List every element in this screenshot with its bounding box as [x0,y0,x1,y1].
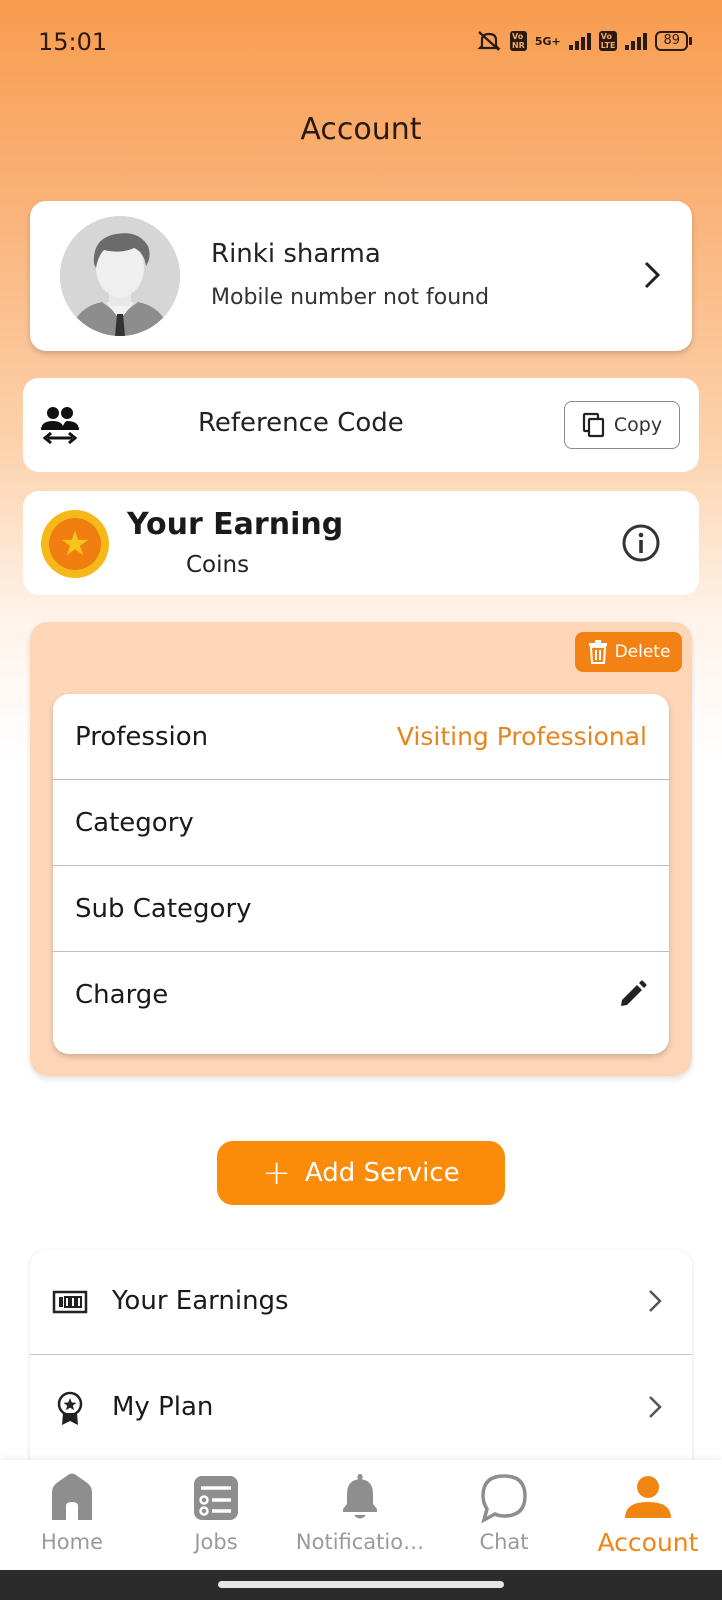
status-time: 15:01 [38,28,108,56]
copy-label: Copy [613,414,663,436]
page-title: Account [300,112,422,147]
status-bar: 15:01 Vo NR 5G+ Vo LTE 89 [0,0,722,86]
status-icons: Vo NR 5G+ Vo LTE 89 [476,30,692,52]
person-icon [625,1476,671,1518]
info-icon[interactable] [621,523,661,563]
earning-title: Your Earning [127,507,344,542]
earning-coins: Coins [186,552,250,578]
reference-code-card: Reference Code Copy [23,378,699,472]
add-service-label: Add Service [304,1158,460,1188]
volte-icon: Vo LTE [598,31,618,51]
detail-label: Category [75,808,194,838]
edit-icon[interactable] [617,980,647,1010]
network-type: 5G+ [534,34,561,48]
signal-icon-2 [625,32,648,50]
detail-label: Sub Category [75,894,252,924]
money-icon [52,1290,88,1314]
signal-icon [568,32,591,50]
profile-mobile: Mobile number not found [211,285,490,310]
detail-label: Charge [75,980,169,1010]
delete-label: Delete [614,642,671,662]
coin-icon: ★ [41,510,109,578]
menu-item-your-earnings[interactable]: Your Earnings [30,1250,692,1355]
chat-icon [481,1474,527,1524]
menu-item-label: My Plan [112,1392,214,1422]
home-gesture-handle[interactable] [218,1581,504,1588]
nav-home[interactable]: Home [0,1460,144,1570]
detail-row-category: Category [53,780,669,866]
profile-card[interactable]: Rinki sharma Mobile number not found [30,201,692,351]
home-icon [52,1473,92,1520]
detail-label: Profession [75,722,209,752]
plus-icon: + [262,1153,291,1193]
menu-item-my-plan[interactable]: My Plan [30,1356,692,1461]
vonr-icon: Vo NR [509,31,527,51]
nav-label: Jobs [194,1530,238,1554]
service-box: Delete Profession Visiting Professional … [30,622,692,1076]
chevron-right-icon [649,1396,662,1418]
bottom-nav: Home Jobs Notificatio… Chat Account [0,1460,722,1570]
avatar [60,216,180,336]
account-menu: Your Earnings My Plan [30,1250,692,1465]
list-icon [194,1476,238,1520]
people-transfer-icon [41,407,79,445]
copy-button[interactable]: Copy [564,401,680,449]
nav-jobs[interactable]: Jobs [144,1460,288,1570]
nav-label: Notificatio… [295,1530,425,1554]
chevron-right-icon [649,1290,662,1312]
trash-icon [588,640,607,664]
nav-label: Home [40,1530,103,1554]
menu-item-label: Your Earnings [112,1286,289,1316]
battery-icon: 89 [655,31,692,51]
mute-icon [477,31,501,51]
detail-row-sub-category: Sub Category [53,866,669,952]
chevron-right-icon[interactable] [632,255,672,295]
nav-notifications[interactable]: Notificatio… [288,1460,432,1570]
nav-label: Chat [479,1530,529,1554]
detail-row-profession: Profession Visiting Professional [53,694,669,780]
award-icon [57,1391,83,1425]
reference-code-label: Reference Code [198,408,404,438]
delete-button[interactable]: Delete [575,632,682,672]
detail-value: Visiting Professional [396,722,647,751]
earning-card: ★ Your Earning Coins [23,491,699,595]
nav-label: Account [597,1528,699,1557]
service-details-card: Profession Visiting Professional Categor… [53,694,669,1054]
system-navigation-bar [0,1570,722,1600]
add-service-button[interactable]: + Add Service [217,1141,505,1205]
detail-row-charge: Charge [53,952,669,1038]
copy-icon [582,412,604,438]
nav-account[interactable]: Account [576,1460,720,1570]
nav-chat[interactable]: Chat [432,1460,576,1570]
profile-name: Rinki sharma [211,239,381,269]
bell-icon [343,1474,377,1519]
